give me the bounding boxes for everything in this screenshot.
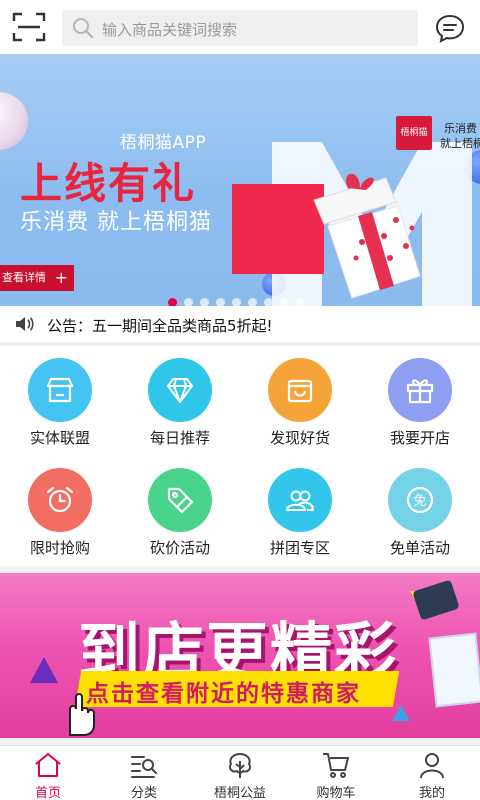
top-bar: 输入商品关键词搜索	[0, 0, 480, 54]
grid-item-discover-goods[interactable]: 发现好货	[240, 346, 360, 456]
grid-item-circle	[148, 468, 212, 532]
group-icon	[286, 490, 314, 511]
bag-icon	[287, 379, 313, 403]
toy-illustration	[412, 579, 460, 621]
grid-item-physical-alliance[interactable]: 实体联盟	[0, 346, 120, 456]
plus-icon: +	[54, 268, 68, 287]
search-icon	[73, 18, 94, 39]
grid-item-label: 我要开店	[389, 429, 450, 447]
carousel-dot[interactable]	[216, 298, 225, 306]
scan-icon[interactable]	[12, 11, 46, 43]
carousel-dot[interactable]	[296, 298, 305, 306]
grid-item-circle	[388, 358, 452, 422]
grid-item-bargain[interactable]: 砍价活动	[120, 456, 240, 566]
grid-item-label: 拼团专区	[269, 539, 330, 557]
grid-item-label: 限时抢购	[29, 539, 90, 557]
store-ad-banner[interactable]: 到店更精彩 点击查看附近的特惠商家	[0, 573, 480, 738]
grid-item-daily-picks[interactable]: 每日推荐	[120, 346, 240, 456]
grid-item-circle	[28, 358, 92, 422]
alarm-clock-icon	[46, 486, 74, 513]
tree-icon	[228, 753, 252, 778]
bottom-tab-bar: 首页 分类 梧桐公益 购物车 我的	[0, 745, 480, 800]
banner-slogan-line1: 乐消费	[444, 122, 477, 135]
grid-item-circle	[268, 468, 332, 532]
grid-item-label: 免单活动	[389, 539, 450, 557]
home-page: 输入商品关键词搜索 梧桐猫APP 上线有礼 乐消费 就上梧桐猫 查看详情 + 梧…	[0, 0, 480, 800]
hand-pointer-icon	[69, 693, 95, 736]
carousel-dots	[168, 292, 312, 306]
tab-mine[interactable]: 我的	[384, 746, 480, 800]
decor-triangle	[392, 705, 410, 721]
speaker-icon	[16, 317, 34, 331]
free-icon: 免	[406, 486, 434, 514]
banner-slogan-line2: 就上梧桐猫	[440, 137, 480, 150]
grid-item-circle	[148, 358, 212, 422]
user-icon	[420, 753, 444, 779]
tab-category[interactable]: 分类	[96, 746, 192, 800]
carousel-dot[interactable]	[248, 298, 257, 306]
decor-triangle	[30, 657, 58, 683]
banner-subtitle: 乐消费 就上梧桐猫	[20, 210, 212, 235]
decor-bubble	[0, 92, 28, 150]
grid-item-group-buy[interactable]: 拼团专区	[240, 456, 360, 566]
search-placeholder: 输入商品关键词搜索	[102, 21, 238, 39]
grid-item-label: 砍价活动	[149, 539, 210, 557]
tab-label: 分类	[130, 786, 157, 800]
carousel-dot[interactable]	[264, 298, 273, 306]
category-search-icon	[131, 756, 157, 778]
tab-label: 我的	[418, 786, 445, 800]
feature-grid: 实体联盟 每日推荐 发现好货 我要开店 限时抢购 砍价活动 拼团专区 免 免单活…	[0, 346, 480, 566]
grid-item-label: 每日推荐	[149, 429, 210, 447]
grid-item-open-store[interactable]: 我要开店	[360, 346, 480, 456]
store-icon	[46, 377, 74, 403]
gift-icon	[406, 379, 434, 404]
tab-label: 购物车	[316, 786, 356, 800]
tab-home[interactable]: 首页	[0, 746, 96, 800]
tab-cart[interactable]: 购物车	[288, 746, 384, 800]
tab-charity[interactable]: 梧桐公益	[192, 746, 288, 800]
tab-label: 梧桐公益	[213, 786, 266, 800]
banner-details-label: 查看详情	[2, 271, 46, 284]
svg-text:免: 免	[413, 494, 426, 509]
grid-item-free-order[interactable]: 免 免单活动	[360, 456, 480, 566]
banner-title: 上线有礼	[20, 159, 197, 208]
carousel-dot[interactable]	[280, 298, 289, 306]
grid-item-circle: 免	[388, 468, 452, 532]
diamond-icon	[167, 378, 193, 403]
message-icon[interactable]	[434, 13, 466, 43]
announcement-text: 公告：五一期间全品类商品5折起!	[47, 317, 273, 335]
carousel-dot[interactable]	[184, 298, 193, 306]
carousel-dot[interactable]	[200, 298, 209, 306]
ad-subtitle: 点击查看附近的特惠商家	[86, 681, 361, 707]
banner-details-button[interactable]: 查看详情 +	[0, 265, 74, 291]
grid-item-label: 发现好货	[269, 429, 330, 447]
grid-item-circle	[268, 358, 332, 422]
announcement-bar[interactable]: 公告：五一期间全品类商品5折起!	[0, 306, 480, 342]
home-icon	[35, 753, 61, 777]
carousel-dot[interactable]	[232, 298, 241, 306]
brand-logo: 梧桐猫	[396, 116, 432, 150]
price-tag-icon	[167, 487, 194, 514]
grid-item-flash-sale[interactable]: 限时抢购	[0, 456, 120, 566]
tab-label: 首页	[34, 786, 61, 800]
product-box-illustration	[428, 632, 480, 708]
grid-item-circle	[28, 468, 92, 532]
cart-icon	[323, 753, 349, 778]
promo-banner[interactable]: 梧桐猫APP 上线有礼 乐消费 就上梧桐猫 查看详情 + 梧桐猫 乐消费 就上梧…	[0, 54, 480, 306]
gift-box-illustration	[313, 173, 421, 299]
carousel-dot[interactable]	[168, 298, 177, 306]
grid-item-label: 实体联盟	[29, 429, 90, 447]
search-box[interactable]: 输入商品关键词搜索	[62, 10, 418, 46]
